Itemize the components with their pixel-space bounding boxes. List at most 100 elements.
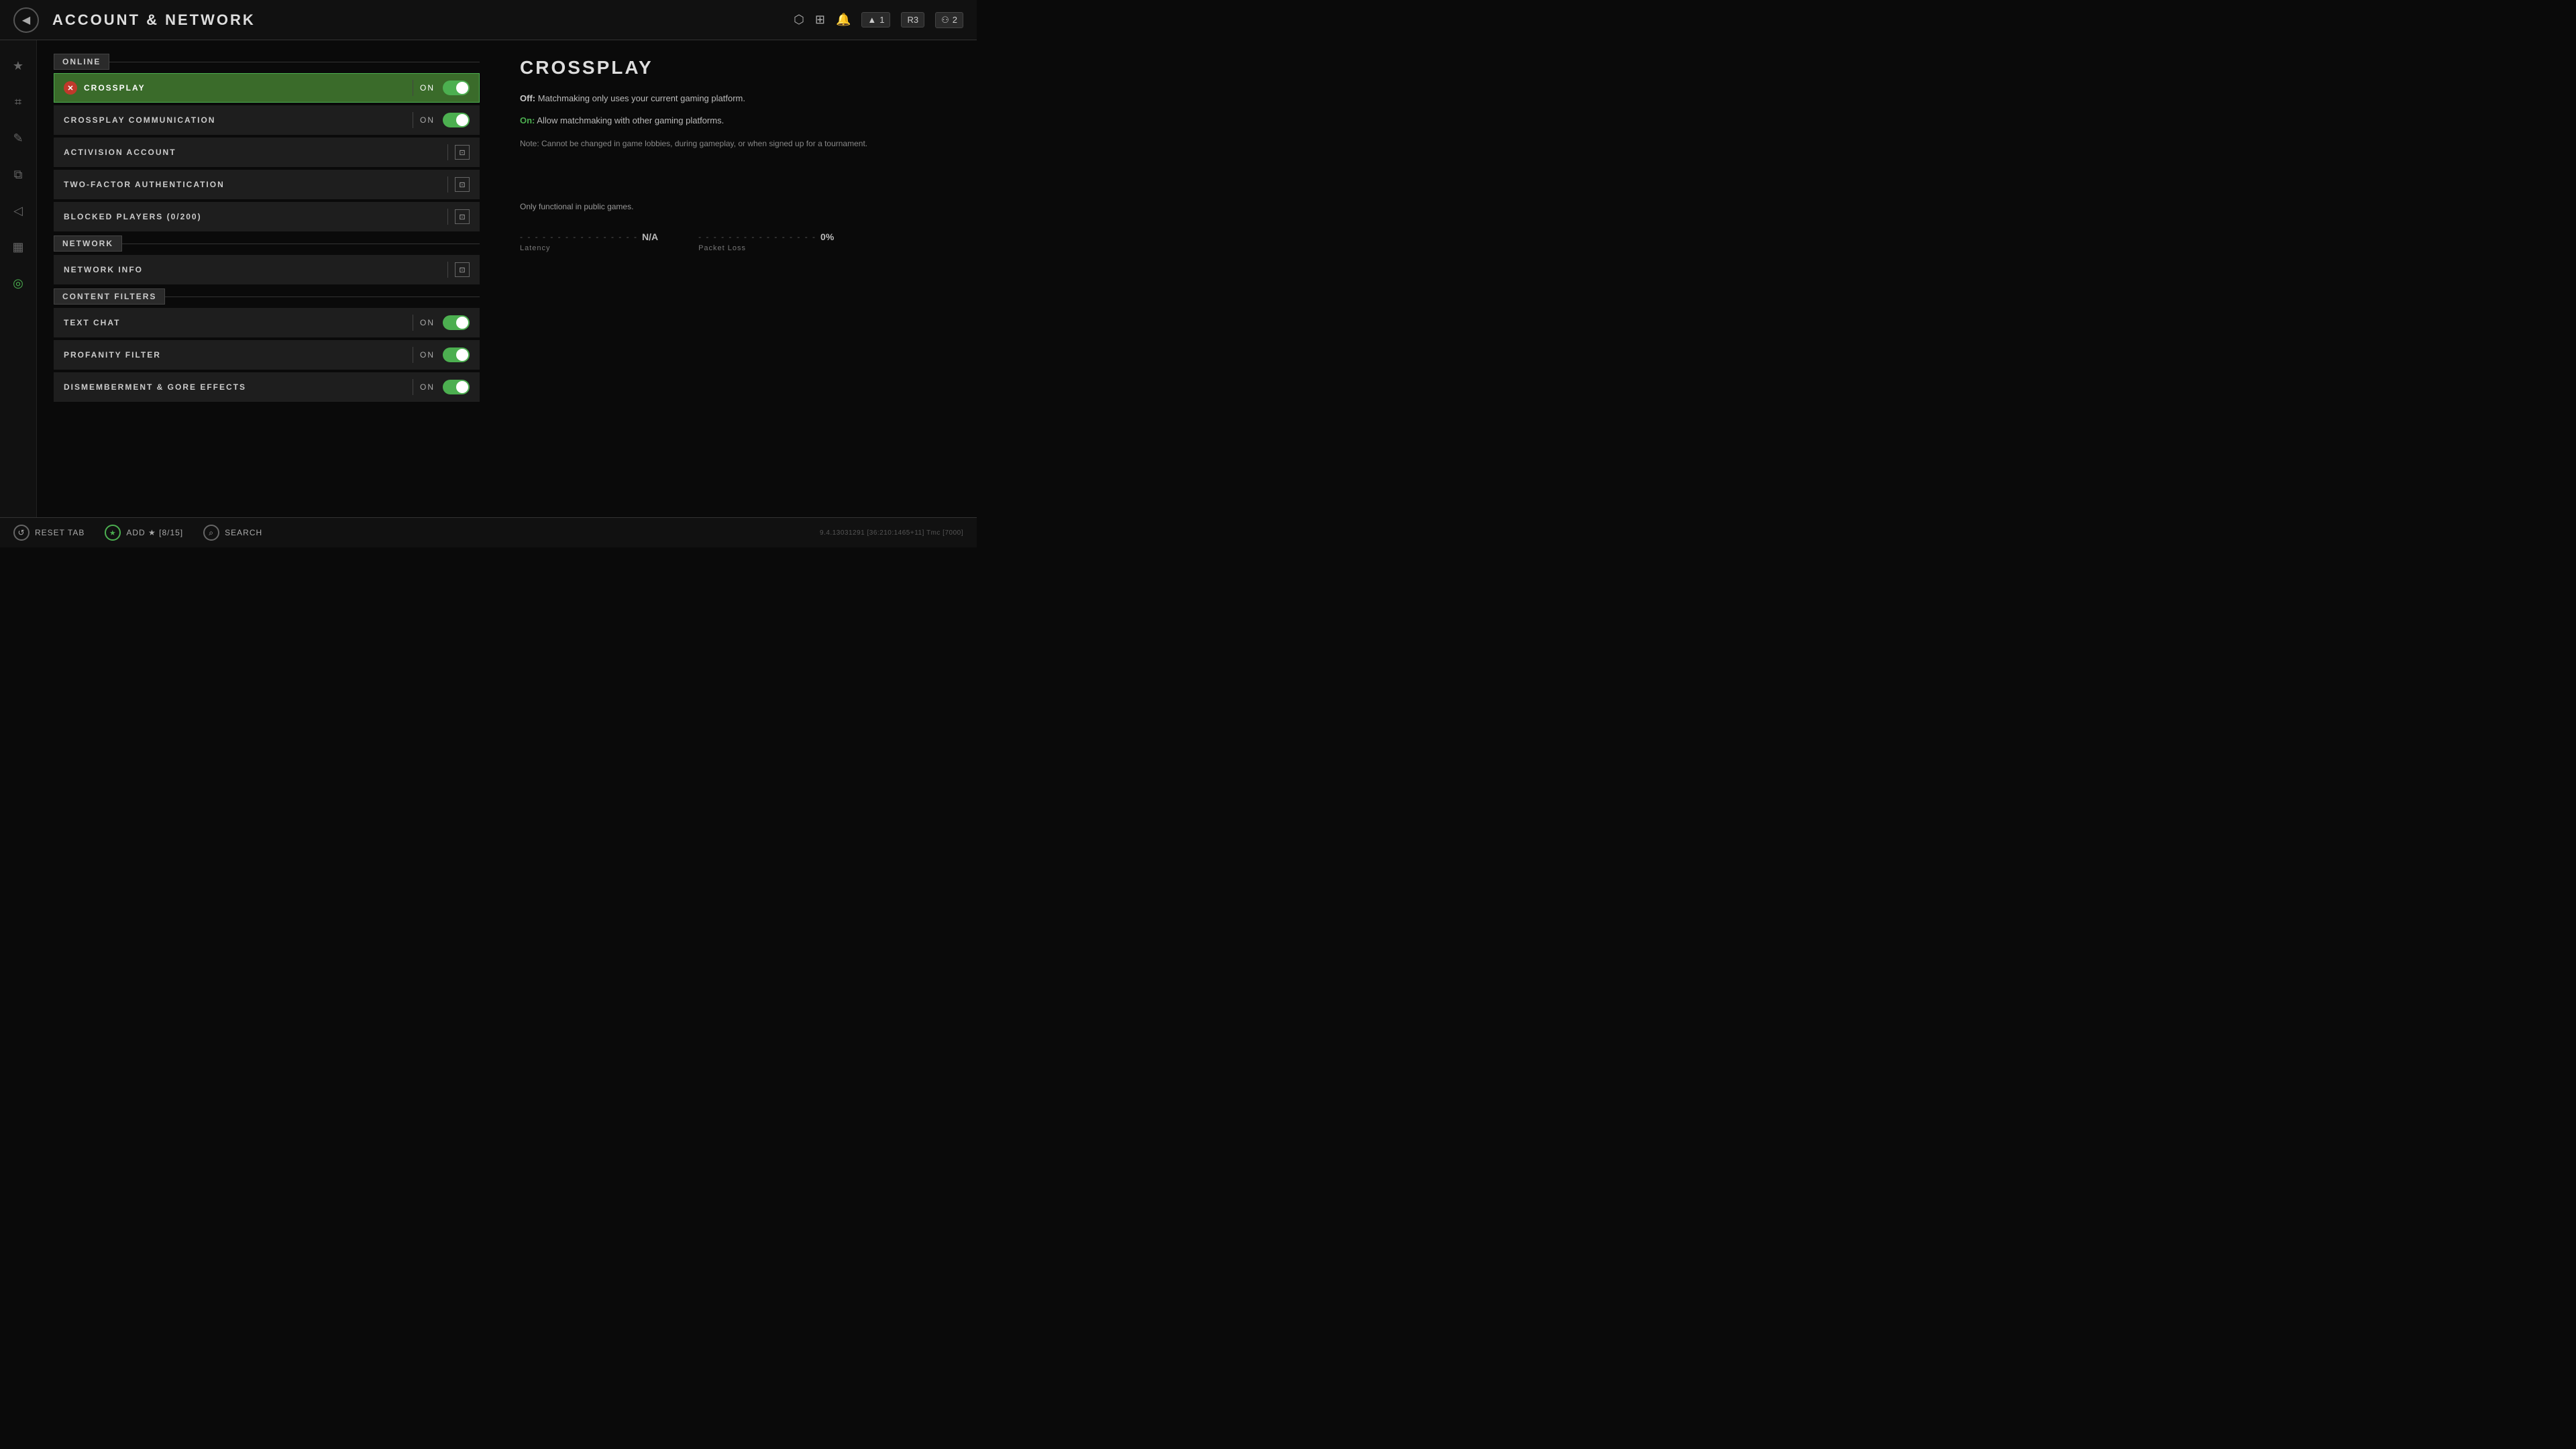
menu-item-text-chat[interactable]: TEXT CHAT ON <box>54 308 480 337</box>
activision-account-label: ACTIVISION ACCOUNT <box>64 148 441 157</box>
profanity-filter-label: PROFANITY FILTER <box>64 350 406 360</box>
crossplay-comm-toggle[interactable] <box>443 113 470 127</box>
2fa-external-icon[interactable]: ⊡ <box>455 177 470 192</box>
search-label: SEARCH <box>225 528 262 537</box>
section-content-filters-label: CONTENT FILTERS <box>54 288 165 305</box>
crossplay-value: ON <box>420 83 435 93</box>
text-chat-label: TEXT CHAT <box>64 318 406 327</box>
detail-title: CROSSPLAY <box>520 57 950 78</box>
back-button[interactable]: ◀ <box>13 7 39 33</box>
latency-label: Latency <box>520 244 658 252</box>
bottom-bar: ↺ RESET TAB ★ ADD ★ [8/15] ⌕ SEARCH 9.4.… <box>0 517 977 547</box>
menu-item-crossplay[interactable]: ✕ CROSSPLAY ON <box>54 73 480 103</box>
packet-dashes: - - - - - - - - - - - - - - - - <box>698 232 816 241</box>
menu-item-2fa[interactable]: TWO-FACTOR AUTHENTICATION ⊡ <box>54 170 480 199</box>
packet-loss-stat-line: - - - - - - - - - - - - - - - - 0% <box>698 231 834 242</box>
blocked-players-external-icon[interactable]: ⊡ <box>455 209 470 224</box>
detail-on-text: Allow matchmaking with other gaming plat… <box>535 115 724 125</box>
network-info-label: NETWORK INFO <box>64 265 441 274</box>
network-stats: - - - - - - - - - - - - - - - - N/A Late… <box>520 231 950 252</box>
group-badge: ⚇ 2 <box>935 12 963 28</box>
detail-panel: CROSSPLAY Off: Matchmaking only uses you… <box>493 40 977 517</box>
activision-divider <box>447 144 448 160</box>
latency-stat-line: - - - - - - - - - - - - - - - - N/A <box>520 231 658 242</box>
section-online: ONLINE ✕ CROSSPLAY ON CROSSPLAY COMMUNIC… <box>54 54 480 231</box>
dismemberment-gore-toggle-knob <box>456 381 468 393</box>
menu-item-blocked-players[interactable]: BLOCKED PLAYERS (0/200) ⊡ <box>54 202 480 231</box>
sidebar: ★ ⌗ ✎ ⧉ ◁ ▦ ◎ <box>0 40 37 517</box>
profanity-filter-value: ON <box>420 350 435 360</box>
menu-item-activision-account[interactable]: ACTIVISION ACCOUNT ⊡ <box>54 138 480 167</box>
sidebar-item-tag[interactable]: ⧉ <box>6 162 30 186</box>
group-count: 2 <box>953 15 957 25</box>
settings-list: ONLINE ✕ CROSSPLAY ON CROSSPLAY COMMUNIC… <box>37 40 493 517</box>
page-title: ACCOUNT & NETWORK <box>52 11 256 29</box>
blocked-players-label: BLOCKED PLAYERS (0/200) <box>64 212 441 221</box>
text-chat-value: ON <box>420 318 435 327</box>
player-count: 1 <box>879 15 884 25</box>
bell-icon-header[interactable]: 🔔 <box>836 13 851 27</box>
packet-loss-label: Packet Loss <box>698 244 834 252</box>
packet-loss-stat: - - - - - - - - - - - - - - - - 0% Packe… <box>698 231 834 252</box>
sidebar-item-controller[interactable]: ⌗ <box>6 90 30 114</box>
r3-badge: R3 <box>901 12 924 28</box>
r3-label: R3 <box>907 15 918 25</box>
add-favorite-action[interactable]: ★ ADD ★ [8/15] <box>105 525 183 541</box>
player-up-icon: ▲ <box>867 15 876 25</box>
sidebar-item-edit[interactable]: ✎ <box>6 126 30 150</box>
main-content: ONLINE ✕ CROSSPLAY ON CROSSPLAY COMMUNIC… <box>37 40 977 517</box>
2fa-label: TWO-FACTOR AUTHENTICATION <box>64 180 441 189</box>
back-icon: ◀ <box>22 13 30 27</box>
reset-tab-action[interactable]: ↺ RESET TAB <box>13 525 85 541</box>
menu-item-dismemberment-gore[interactable]: DISMEMBERMENT & GORE EFFECTS ON <box>54 372 480 402</box>
player-badge: ▲ 1 <box>861 12 890 28</box>
detail-off-label: Off: <box>520 93 535 103</box>
search-action[interactable]: ⌕ SEARCH <box>203 525 262 541</box>
dismemberment-gore-label: DISMEMBERMENT & GORE EFFECTS <box>64 382 406 392</box>
section-network-label: NETWORK <box>54 235 122 252</box>
crossplay-comm-value: ON <box>420 115 435 125</box>
packet-loss-value: 0% <box>820 231 834 242</box>
sidebar-item-favorites[interactable]: ★ <box>6 54 30 78</box>
profanity-filter-toggle[interactable] <box>443 347 470 362</box>
network-info-divider <box>447 262 448 278</box>
menu-item-network-info[interactable]: NETWORK INFO ⊡ <box>54 255 480 284</box>
close-icon: ✕ <box>64 81 77 95</box>
add-star-icon: ★ <box>105 525 121 541</box>
dismemberment-gore-value: ON <box>420 382 435 392</box>
sidebar-item-audio[interactable]: ◁ <box>6 199 30 223</box>
reset-icon: ↺ <box>13 525 30 541</box>
dismemberment-gore-toggle[interactable] <box>443 380 470 394</box>
menu-item-crossplay-communication[interactable]: CROSSPLAY COMMUNICATION ON <box>54 105 480 135</box>
latency-dashes: - - - - - - - - - - - - - - - - <box>520 232 638 241</box>
section-network-header: NETWORK <box>54 235 480 252</box>
crossplay-toggle[interactable] <box>443 80 470 95</box>
crossplay-comm-toggle-knob <box>456 114 468 126</box>
profanity-filter-toggle-knob <box>456 349 468 361</box>
latency-value: N/A <box>642 231 658 242</box>
menu-item-profanity-filter[interactable]: PROFANITY FILTER ON <box>54 340 480 370</box>
search-icon: ⌕ <box>203 525 219 541</box>
detail-note: Note: Cannot be changed in game lobbies,… <box>520 139 950 148</box>
section-network: NETWORK NETWORK INFO ⊡ <box>54 235 480 284</box>
detail-public-note: Only functional in public games. <box>520 202 950 211</box>
version-info: 9.4.13031291 [36:210:1465+11] Tmc [7000] <box>820 529 963 537</box>
controller-icon-header[interactable]: ⬡ <box>794 13 804 27</box>
crossplay-comm-label: CROSSPLAY COMMUNICATION <box>64 115 406 125</box>
group-icon: ⚇ <box>941 15 949 25</box>
section-content-filters-header: CONTENT FILTERS <box>54 288 480 305</box>
text-chat-toggle[interactable] <box>443 315 470 330</box>
grid-icon-header[interactable]: ⊞ <box>815 13 825 27</box>
network-info-external-icon[interactable]: ⊡ <box>455 262 470 277</box>
section-content-filters: CONTENT FILTERS TEXT CHAT ON PROFANITY F… <box>54 288 480 402</box>
detail-on-description: On: Allow matchmaking with other gaming … <box>520 114 950 128</box>
section-online-header: ONLINE <box>54 54 480 70</box>
detail-on-label: On: <box>520 115 535 125</box>
activision-external-icon[interactable]: ⊡ <box>455 145 470 160</box>
detail-off-text: Matchmaking only uses your current gamin… <box>535 93 745 103</box>
header: ◀ ACCOUNT & NETWORK ⬡ ⊞ 🔔 ▲ 1 R3 ⚇ 2 <box>0 0 977 40</box>
add-label: ADD ★ [8/15] <box>126 528 183 537</box>
latency-stat: - - - - - - - - - - - - - - - - N/A Late… <box>520 231 658 252</box>
sidebar-item-display[interactable]: ▦ <box>6 235 30 259</box>
sidebar-item-network[interactable]: ◎ <box>6 271 30 295</box>
